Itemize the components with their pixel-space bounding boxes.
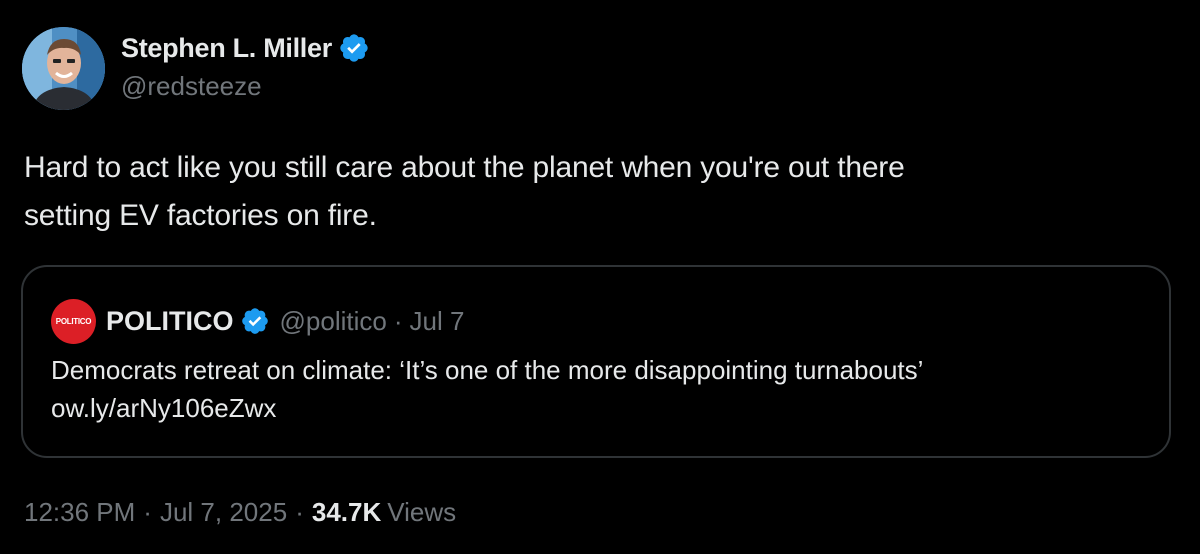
- author-name-row: Stephen L. Miller: [121, 29, 370, 67]
- author-avatar[interactable]: [22, 27, 105, 110]
- quote-separator: ·: [393, 305, 403, 336]
- tweet-time[interactable]: 12:36 PM: [24, 497, 135, 528]
- views-label: Views: [387, 497, 457, 527]
- tweet-text: Hard to act like you still care about th…: [24, 144, 1164, 240]
- author-avatar-image: [22, 27, 105, 110]
- quote-text: Democrats retreat on climate: ‘It’s one …: [51, 351, 1151, 427]
- meta-separator-2: ·: [295, 497, 304, 527]
- verified-badge-icon[interactable]: [338, 32, 370, 64]
- meta-separator-1: ·: [143, 497, 152, 527]
- tweet-date[interactable]: Jul 7, 2025: [160, 497, 287, 528]
- tweet-meta: 12:36 PM · Jul 7, 2025 · 34.7K Views: [24, 497, 456, 528]
- quote-avatar-logo: POLITICO: [55, 316, 92, 326]
- quote-display-name[interactable]: POLITICO: [106, 306, 234, 337]
- tweet: Stephen L. Miller @redsteeze Hard to act…: [0, 0, 1200, 554]
- quote-avatar[interactable]: POLITICO: [51, 298, 96, 344]
- quote-link[interactable]: ow.ly/arNy106eZwx: [51, 389, 1151, 427]
- tweet-text-line-2: setting EV factories on fire.: [24, 199, 377, 232]
- quote-tweet-card[interactable]: POLITICO POLITICO @politico · Jul 7 Demo…: [21, 265, 1171, 458]
- quote-headline: Democrats retreat on climate: ‘It’s one …: [51, 355, 924, 385]
- author-display-name[interactable]: Stephen L. Miller: [121, 33, 332, 64]
- views-count[interactable]: 34.7K: [312, 497, 381, 528]
- tweet-text-line-1: Hard to act like you still care about th…: [24, 151, 905, 184]
- author-handle[interactable]: @redsteeze: [121, 71, 370, 102]
- quote-verified-badge-icon: [241, 308, 268, 334]
- quote-handle[interactable]: @politico: [280, 306, 387, 337]
- quote-header: POLITICO POLITICO @politico · Jul 7: [51, 298, 465, 344]
- quote-date[interactable]: Jul 7: [410, 306, 465, 337]
- author-info: Stephen L. Miller @redsteeze: [121, 29, 370, 102]
